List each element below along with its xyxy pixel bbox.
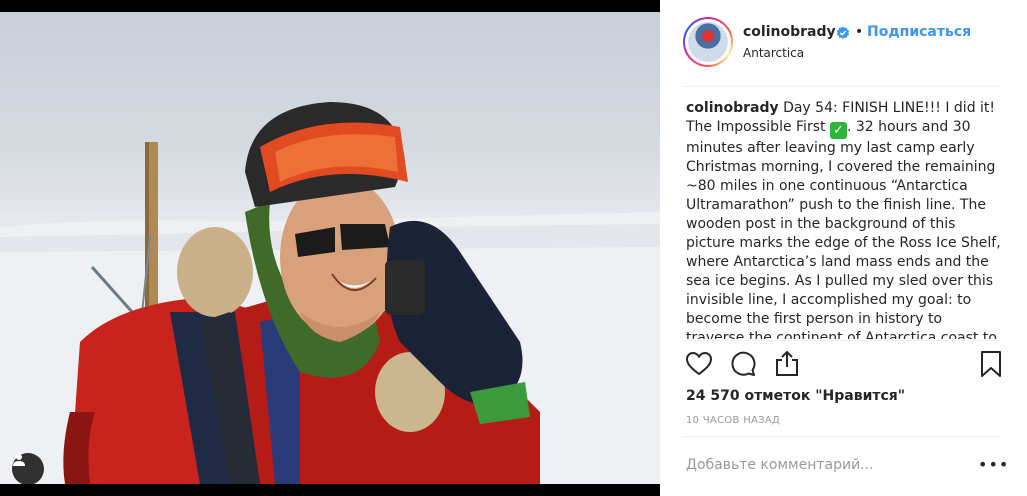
header-username[interactable]: colinobrady [743, 24, 836, 40]
heart-icon[interactable] [686, 352, 712, 376]
comment-input[interactable]: Добавьте комментарий... [686, 457, 874, 473]
share-icon[interactable] [774, 350, 800, 377]
bookmark-icon[interactable] [980, 351, 1002, 377]
more-options-button[interactable]: ••• [978, 455, 1009, 474]
comment-bubble-icon[interactable] [730, 351, 756, 377]
post-header: colinobrady • Подписаться Antarctica [660, 0, 1027, 87]
caption-username[interactable]: colinobrady [686, 100, 779, 116]
likes-count[interactable]: 24 570 отметок "Нравится" [686, 388, 905, 404]
post-details-panel: colinobrady • Подписаться Antarctica col… [660, 0, 1027, 496]
comment-divider [683, 436, 1001, 437]
verified-badge-icon [836, 26, 850, 39]
caption-text-end: . 32 hours and 30 minutes after leaving … [686, 119, 1001, 339]
user-tag-icon[interactable] [12, 453, 44, 484]
header-separator: • [855, 24, 864, 40]
post-photo[interactable] [0, 12, 660, 484]
follow-button[interactable]: Подписаться [867, 24, 971, 40]
photo-illustration [0, 102, 660, 484]
caption-divider [683, 340, 1001, 341]
check-mark-emoji-icon: ✓ [829, 122, 847, 139]
post-caption: colinobrady Day 54: FINISH LINE!!! I did… [686, 99, 1004, 339]
post-timestamp[interactable]: 10 ЧАСОВ НАЗАД [686, 415, 780, 426]
avatar[interactable] [683, 17, 733, 67]
location-link[interactable]: Antarctica [743, 46, 804, 60]
header-divider [683, 86, 1001, 87]
person-icon [13, 454, 25, 466]
action-bar [684, 348, 1004, 380]
